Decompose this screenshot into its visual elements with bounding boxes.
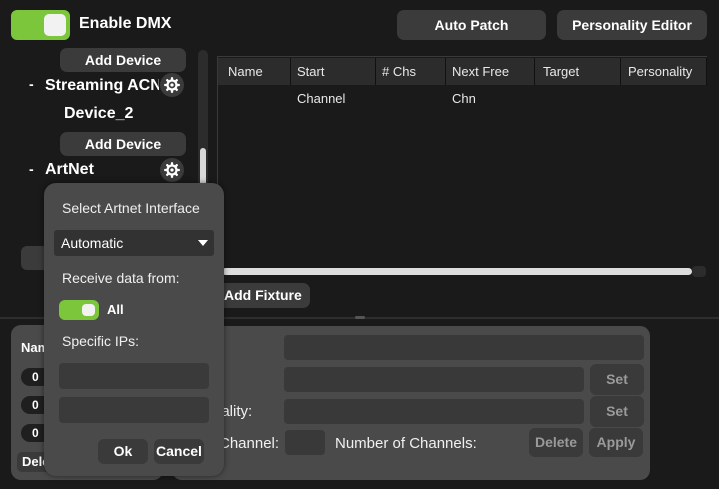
set-target-button[interactable]: Set — [590, 364, 644, 395]
artnet-label[interactable]: ArtNet — [45, 161, 94, 179]
table-scrollbar-end — [692, 266, 706, 277]
start-channel-field[interactable] — [285, 430, 325, 455]
column-header-personality[interactable]: Personality — [621, 58, 707, 85]
set-personality-button[interactable]: Set — [590, 396, 644, 427]
add-device-button[interactable]: Add Device — [60, 48, 186, 72]
popup-title: Select Artnet Interface — [62, 200, 200, 216]
column-header-name[interactable]: Name — [218, 58, 291, 85]
column-header-start-channel[interactable]: Start Channel — [291, 58, 376, 106]
specific-ip-input[interactable] — [59, 397, 209, 423]
column-header-next-free-chn[interactable]: Next Free Chn — [446, 58, 535, 106]
collapse-icon[interactable]: - — [29, 161, 34, 177]
start-channel-label: Channel: — [219, 435, 280, 452]
column-header-channels[interactable]: # Chs — [376, 58, 446, 85]
specific-ips-label: Specific IPs: — [62, 333, 140, 349]
chevron-down-icon — [198, 240, 208, 246]
toggle-knob — [82, 304, 95, 316]
gear-icon[interactable] — [160, 158, 184, 182]
collapse-icon[interactable]: - — [29, 76, 34, 92]
artnet-interface-popup — [44, 183, 224, 476]
delete-fixture-button[interactable]: Delete — [529, 428, 583, 457]
name-field[interactable] — [284, 335, 644, 360]
cancel-button[interactable]: Cancel — [154, 439, 204, 464]
enable-dmx-label: Enable DMX — [79, 15, 172, 32]
receive-all-label: All — [107, 302, 124, 317]
specific-ip-input[interactable] — [59, 363, 209, 389]
auto-patch-button[interactable]: Auto Patch — [397, 10, 546, 40]
column-header-target[interactable]: Target — [535, 58, 621, 85]
divider-grip[interactable] — [355, 316, 365, 319]
device-2-label[interactable]: Device_2 — [64, 105, 133, 123]
receive-data-label: Receive data from: — [62, 270, 180, 286]
add-fixture-button[interactable]: Add Fixture — [212, 283, 310, 308]
table-horizontal-scrollbar[interactable] — [222, 268, 692, 275]
add-device-button[interactable]: Add Device — [60, 132, 186, 156]
number-of-channels-label: Number of Channels: — [335, 435, 477, 452]
personality-editor-button[interactable]: Personality Editor — [557, 10, 707, 40]
toggle-knob — [44, 14, 66, 36]
gear-icon-glyph — [164, 77, 180, 93]
personality-field[interactable] — [284, 399, 584, 424]
receive-all-toggle[interactable] — [59, 300, 99, 320]
apply-button[interactable]: Apply — [589, 428, 643, 457]
ok-button[interactable]: Ok — [98, 439, 148, 464]
enable-dmx-toggle[interactable] — [11, 10, 70, 40]
interface-dropdown[interactable]: Automatic — [54, 230, 214, 256]
target-field[interactable] — [284, 367, 584, 392]
streaming-acn-label[interactable]: Streaming ACN — [45, 77, 159, 95]
gear-icon[interactable] — [160, 73, 184, 97]
interface-dropdown-value: Automatic — [61, 235, 124, 251]
gear-icon-glyph — [164, 162, 180, 178]
